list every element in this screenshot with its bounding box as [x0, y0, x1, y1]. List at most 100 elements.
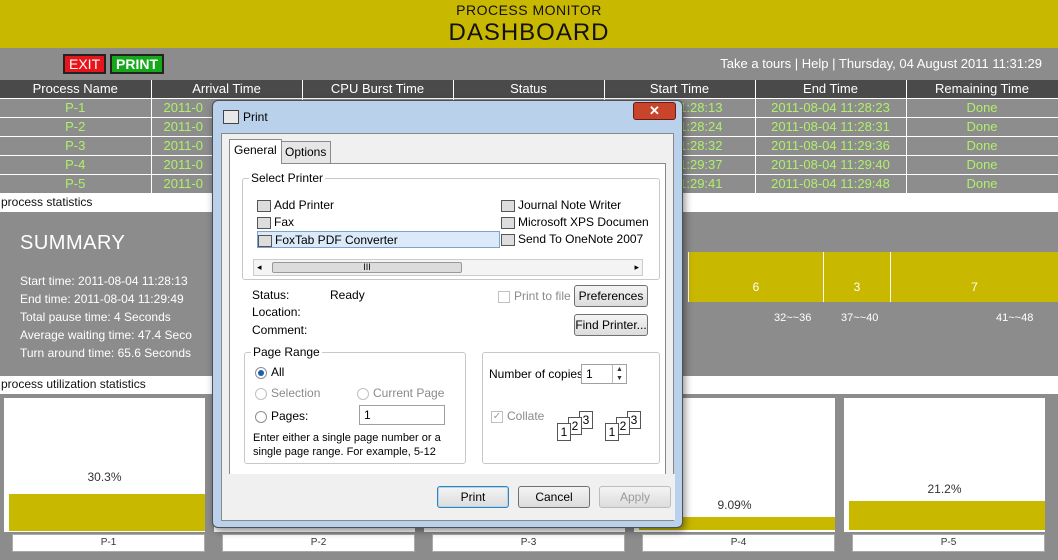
print-to-file-checkbox[interactable]: Print to file: [498, 289, 571, 303]
column-header[interactable]: End Time: [755, 80, 907, 98]
printer-list-scrollbar[interactable]: ◂ III ▸: [253, 259, 643, 276]
gantt-cell: 3: [823, 252, 890, 302]
cell-end: 2011-08-04 11:28:31: [755, 116, 907, 136]
scroll-right-icon[interactable]: ▸: [634, 260, 639, 275]
printer-list[interactable]: Add Printer Fax FoxTab PDF Converter Jou…: [253, 197, 649, 265]
all-radio[interactable]: All: [255, 365, 284, 379]
tab-options[interactable]: Options: [280, 141, 332, 163]
dialog-title: Print: [243, 110, 268, 124]
printer-item-label: Journal Note Writer: [518, 198, 622, 212]
exit-button[interactable]: EXIT: [63, 54, 107, 74]
column-header[interactable]: Status: [453, 80, 605, 98]
separator: |: [794, 56, 799, 71]
cell-end: 2011-08-04 11:28:23: [755, 97, 907, 117]
apply-button[interactable]: Apply: [599, 486, 671, 508]
copies-input[interactable]: 1 ▲ ▼: [581, 364, 627, 384]
cell-end: 2011-08-04 11:29:36: [755, 135, 907, 155]
column-header[interactable]: Arrival Time: [151, 80, 303, 98]
selection-radio[interactable]: Selection: [255, 386, 320, 400]
cell-process-name: P-3: [0, 135, 152, 155]
cell-remaining: Done: [906, 154, 1058, 174]
printer-item[interactable]: Fax: [257, 214, 294, 231]
radio-icon: [255, 366, 267, 379]
utilization-process-label: P-2: [222, 534, 415, 552]
printer-item-label: Send To OneNote 2007: [518, 232, 644, 246]
utilization-percent: 30.3%: [87, 470, 122, 484]
collate-checkbox[interactable]: ✓ Collate: [491, 409, 544, 423]
printer-item[interactable]: Journal Note Writer: [501, 197, 621, 214]
spin-down-icon[interactable]: ▼: [613, 374, 626, 383]
cell-process-name: P-1: [0, 97, 152, 117]
utilization-process-label: P-5: [852, 534, 1045, 552]
utilization-process-label: P-4: [642, 534, 835, 552]
print-dialog-print-button[interactable]: Print: [437, 486, 509, 508]
close-button[interactable]: ✕: [633, 102, 676, 120]
printer-item-label: Microsoft XPS Documen: [518, 215, 649, 229]
print-button[interactable]: PRINT: [110, 54, 164, 74]
pages-input[interactable]: 1: [359, 405, 445, 425]
current-page-radio[interactable]: Current Page: [357, 386, 444, 400]
pages-radio[interactable]: Pages:: [255, 409, 308, 423]
cancel-button[interactable]: Cancel: [518, 486, 590, 508]
table-header-row: Process Name Arrival Time CPU Burst Time…: [0, 80, 1058, 98]
preferences-button[interactable]: Preferences: [574, 285, 648, 307]
gantt-cell: 6: [688, 252, 823, 302]
printer-icon: [258, 234, 272, 247]
utilization-process-label: P-3: [432, 534, 625, 552]
column-header[interactable]: CPU Burst Time: [302, 80, 454, 98]
page-range-title: Page Range: [251, 345, 322, 359]
cell-end: 2011-08-04 11:29:40: [755, 154, 907, 174]
radio-icon: [357, 387, 369, 400]
page-icon: 1: [557, 423, 571, 441]
copies-label: Number of copies:: [489, 367, 587, 381]
tab-general[interactable]: General: [229, 139, 282, 164]
dialog-client: General Options Select Printer Add Print…: [221, 133, 675, 521]
summary-avg-waiting: Average waiting time: 47.4 Seco: [20, 328, 192, 342]
printer-item-label: Fax: [274, 215, 295, 229]
summary-pause-time: Total pause time: 4 Seconds: [20, 310, 171, 324]
summary-title: SUMMARY: [20, 232, 126, 254]
tours-link[interactable]: Take a tours: [720, 56, 791, 71]
dialog-titlebar[interactable]: Print ✕: [213, 101, 682, 133]
cell-end: 2011-08-04 11:29:48: [755, 173, 907, 193]
radio-icon: [255, 410, 267, 423]
printer-item[interactable]: Add Printer: [257, 197, 334, 214]
column-header[interactable]: Process Name: [0, 80, 152, 98]
all-label: All: [271, 365, 285, 379]
gantt-range: 32~~36: [774, 312, 812, 324]
printer-item-label: Add Printer: [274, 198, 335, 212]
scroll-thumb[interactable]: III: [272, 262, 462, 273]
printer-item-selected[interactable]: FoxTab PDF Converter: [257, 231, 500, 248]
page-range-group: Page Range All Selection Current Page Pa…: [244, 345, 466, 464]
printer-item[interactable]: Send To OneNote 2007: [501, 231, 643, 248]
printer-icon: [501, 199, 515, 212]
summary-end-time: End time: 2011-08-04 11:29:49: [20, 292, 184, 306]
checkbox-icon: ✓: [491, 410, 503, 423]
column-header[interactable]: Start Time: [604, 80, 756, 98]
column-header[interactable]: Remaining Time: [906, 80, 1058, 98]
collate-pages-icon: 3 2 1: [557, 411, 603, 447]
cell-remaining: Done: [906, 97, 1058, 117]
summary-start-time: Start time: 2011-08-04 11:28:13: [20, 274, 188, 288]
printer-icon: [223, 110, 239, 124]
gantt-range: 37~~40: [841, 312, 879, 324]
help-link[interactable]: Help: [802, 56, 829, 71]
header-title: DASHBOARD: [448, 19, 610, 46]
printer-item[interactable]: Microsoft XPS Documen: [501, 214, 649, 231]
scroll-left-icon[interactable]: ◂: [257, 260, 262, 275]
location-label: Location:: [252, 305, 301, 319]
fax-icon: [257, 216, 271, 229]
dashboard-header: PROCESS MONITOR DASHBOARD: [0, 0, 1058, 48]
cell-process-name: P-4: [0, 154, 152, 174]
spin-up-icon[interactable]: ▲: [613, 365, 626, 374]
print-dialog: Print ✕ General Options Select Printer A…: [212, 100, 683, 528]
find-printer-button[interactable]: Find Printer...: [574, 314, 648, 336]
copies-spinner[interactable]: ▲ ▼: [612, 365, 626, 383]
utilization-bar: [849, 501, 1045, 530]
status-label: Status:: [252, 288, 290, 302]
selection-label: Selection: [271, 386, 321, 400]
printer-icon: [501, 233, 515, 246]
utilization-percent: 21.2%: [927, 482, 962, 496]
cell-remaining: Done: [906, 173, 1058, 193]
summary-lines: Start time: 2011-08-04 11:28:13 End time…: [20, 272, 192, 362]
